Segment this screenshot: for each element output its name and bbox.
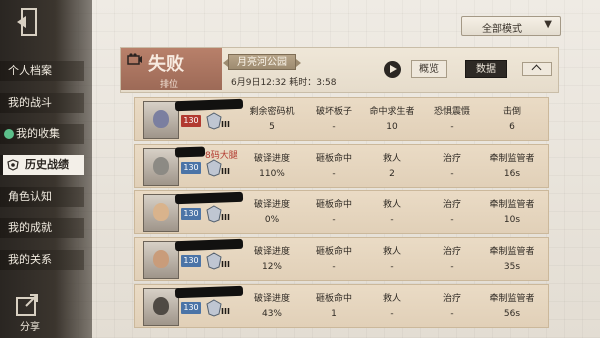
sidebar-item-history[interactable]: 历史战绩	[0, 155, 84, 175]
stat-label: 破译进度	[253, 200, 290, 210]
play-icon[interactable]	[384, 61, 401, 78]
stat-label: 破译进度	[253, 294, 290, 304]
mode-select[interactable]: 全部模式 ▼	[461, 16, 561, 36]
sidebar-item-label: 我的战斗	[8, 96, 52, 109]
chevron-up-icon[interactable]	[522, 62, 552, 76]
stat-value: 6	[509, 122, 515, 132]
level-badge: 130	[181, 208, 201, 220]
redacted-name	[174, 238, 244, 252]
rank-tier: III	[221, 167, 230, 176]
match-mode: 排位	[160, 80, 179, 90]
avatar	[143, 101, 179, 139]
sidebar-item-profile[interactable]: 个人档案	[0, 61, 84, 81]
exit-icon[interactable]	[14, 6, 42, 38]
player-row[interactable]: 130 III 剩余密码机 5 破坏板子 - 命中求生者 10 恐惧震慑 - 击…	[134, 97, 549, 141]
player-row[interactable]: 130 III 破译进度 12% 砸板命中 - 救人 - 治疗 - 牵制监管者 …	[134, 237, 549, 281]
sidebar-item-label: 角色认知	[8, 190, 52, 203]
stat-label: 牵制监管者	[489, 247, 535, 257]
stat-label: 击倒	[502, 107, 521, 117]
sidebar-item-relations[interactable]: 我的关系	[0, 250, 84, 270]
stat-value: 10s	[503, 215, 521, 225]
redacted-name	[174, 191, 244, 205]
stat-label: 剩余密码机	[249, 107, 295, 117]
stat-label: 牵制监管者	[489, 154, 535, 164]
avatar	[143, 241, 179, 279]
history-icon	[7, 159, 19, 171]
sidebar-item-label: 个人档案	[8, 64, 52, 77]
map-name: 月亮河公园	[223, 54, 301, 70]
player-row[interactable]: 130 III 破译进度 0% 砸板命中 - 救人 - 治疗 - 牵制监管者 1…	[134, 190, 549, 234]
stat-value: 0%	[264, 215, 280, 225]
stat-value: 43%	[261, 309, 282, 319]
notification-dot-icon	[4, 129, 14, 139]
sidebar-item-label: 我的关系	[8, 253, 52, 266]
sidebar-item-label: 我的收集	[16, 127, 60, 140]
stat-value: 16s	[503, 169, 521, 179]
level-badge: 130	[181, 302, 201, 314]
tab-data[interactable]: 数据	[465, 60, 507, 78]
redacted-name	[174, 98, 244, 112]
stat-label: 牵制监管者	[489, 200, 535, 210]
stat-value: 56s	[503, 309, 521, 319]
redacted-name	[174, 285, 244, 299]
avatar	[143, 148, 179, 186]
sidebar-item-characters[interactable]: 角色认知	[0, 187, 84, 207]
level-badge: 130	[181, 162, 201, 174]
sidebar-item-collection[interactable]: 我的收集	[0, 124, 84, 144]
rank-tier: III	[221, 120, 230, 129]
sidebar: 个人档案 我的战斗 我的收集 历史战绩 角色认知 我的成就 我的关系 分享	[0, 0, 92, 338]
redacted-name	[174, 146, 206, 158]
stat-value: 5	[269, 122, 275, 132]
rank-tier: III	[221, 260, 230, 269]
match-datetime: 6月9日12:32 耗时：3:58	[231, 78, 337, 88]
stat-label: 破译进度	[253, 247, 290, 257]
sidebar-item-achievements[interactable]: 我的成就	[0, 218, 84, 238]
stat-label: 牵制监管者	[489, 294, 535, 304]
sidebar-item-label: 历史战绩	[25, 158, 69, 171]
sidebar-item-label: 我的成就	[8, 221, 52, 234]
player-row[interactable]: 130 III 破译进度 43% 砸板命中 1 救人 - 治疗 - 牵制监管者 …	[134, 284, 549, 328]
share-label: 分享	[20, 322, 40, 333]
stat-value: 110%	[259, 169, 285, 179]
level-badge: 130	[181, 255, 201, 267]
rank-tier: III	[221, 213, 230, 222]
mode-select-value: 全部模式	[482, 24, 522, 35]
level-badge: 130	[181, 115, 201, 127]
match-result: 失败	[148, 54, 184, 75]
rank-tier: III	[221, 307, 230, 316]
camera-icon	[127, 53, 142, 65]
player-row[interactable]: 8码大腿 130 III 破译进度 110% 砸板命中 - 救人 2 治疗 - …	[134, 144, 549, 188]
stat-label: 破译进度	[253, 154, 290, 164]
avatar	[143, 194, 179, 232]
chevron-down-icon: ▼	[544, 19, 552, 30]
avatar	[143, 288, 179, 326]
sidebar-item-battles[interactable]: 我的战斗	[0, 93, 84, 113]
tab-overview[interactable]: 概览	[411, 60, 447, 78]
share-icon[interactable]	[14, 292, 42, 318]
stat-value: 12%	[261, 262, 282, 272]
stat-value: 35s	[503, 262, 521, 272]
